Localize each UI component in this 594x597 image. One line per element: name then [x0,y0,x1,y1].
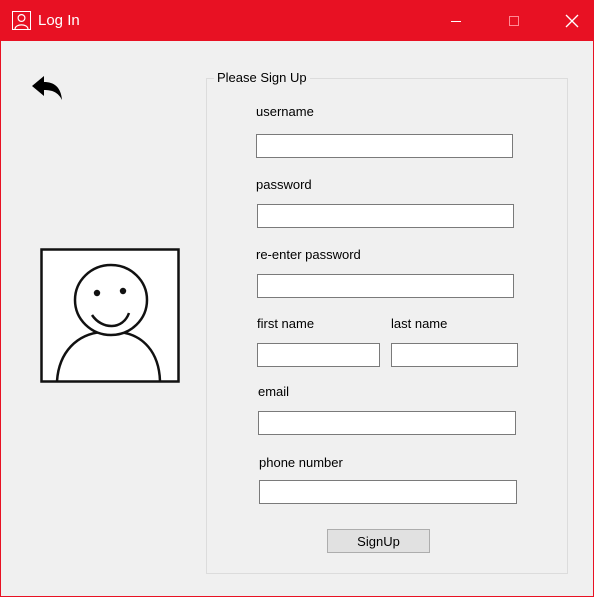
maximize-button[interactable] [491,0,537,41]
maximize-icon [509,15,519,26]
username-field[interactable] [256,134,513,158]
reenter-password-label: re-enter password [256,247,361,262]
minimize-icon [451,20,461,22]
close-button[interactable] [549,0,594,41]
window-title: Log In [38,12,80,29]
phone-number-field[interactable] [259,480,517,504]
title-bar: Log In [1,0,594,41]
last-name-field[interactable] [391,343,518,367]
signup-button[interactable]: SignUp [327,529,430,553]
minimize-button[interactable] [433,0,479,41]
username-label: username [256,104,314,119]
back-arrow-icon[interactable] [30,74,64,102]
first-name-field[interactable] [257,343,380,367]
email-label: email [258,384,290,399]
reenter-password-field[interactable] [257,274,514,298]
close-icon [565,14,579,27]
user-avatar-icon [40,248,180,383]
password-field[interactable] [257,204,514,228]
last-name-label: last name [391,316,448,331]
phone-number-label: phone number [259,455,343,470]
email-field[interactable] [258,411,516,435]
app-user-icon [12,11,31,30]
signup-window: Log In Please Sign Up username password … [0,0,594,597]
group-title: Please Sign Up [214,70,310,85]
first-name-label: first name [257,316,315,331]
password-label: password [256,177,312,192]
